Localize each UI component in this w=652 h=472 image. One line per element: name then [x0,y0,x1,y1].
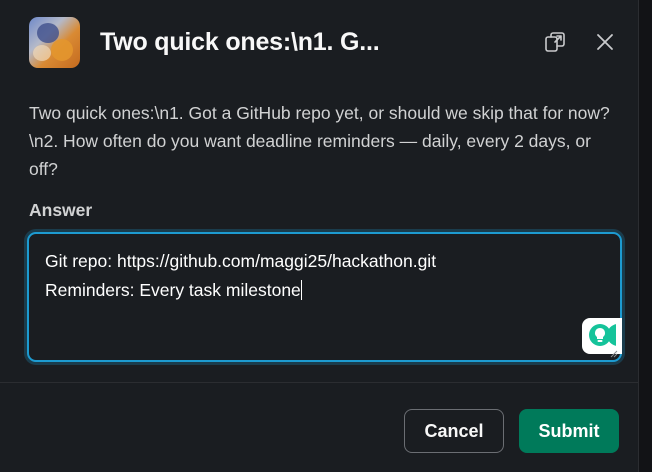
cancel-button[interactable]: Cancel [404,409,504,453]
answer-value: Git repo: https://github.com/maggi25/hac… [45,247,436,305]
close-button[interactable] [590,27,620,57]
answer-line-2: Reminders: Every task milestone [45,280,301,300]
footer-divider [0,382,638,383]
text-caret [300,280,302,300]
submit-button[interactable]: Submit [519,409,619,453]
popout-button[interactable] [540,27,570,57]
answer-label: Answer [29,200,93,220]
modal-header: Two quick ones:\n1. G... [29,17,618,69]
answer-line-1: Git repo: https://github.com/maggi25/hac… [45,251,437,271]
question-text: Two quick ones:\n1. Got a GitHub repo ye… [29,103,610,179]
background-panel-edge [639,0,652,472]
modal-dialog: Two quick ones:\n1. G... Two quick ones:… [0,0,639,472]
modal-title: Two quick ones:\n1. G... [100,28,380,56]
popout-icon [545,32,565,52]
app-avatar [29,17,80,68]
resize-handle-icon[interactable] [608,348,618,358]
close-icon [597,34,613,50]
answer-textarea[interactable]: Git repo: https://github.com/maggi25/hac… [27,232,622,362]
grammarly-icon [589,324,616,346]
